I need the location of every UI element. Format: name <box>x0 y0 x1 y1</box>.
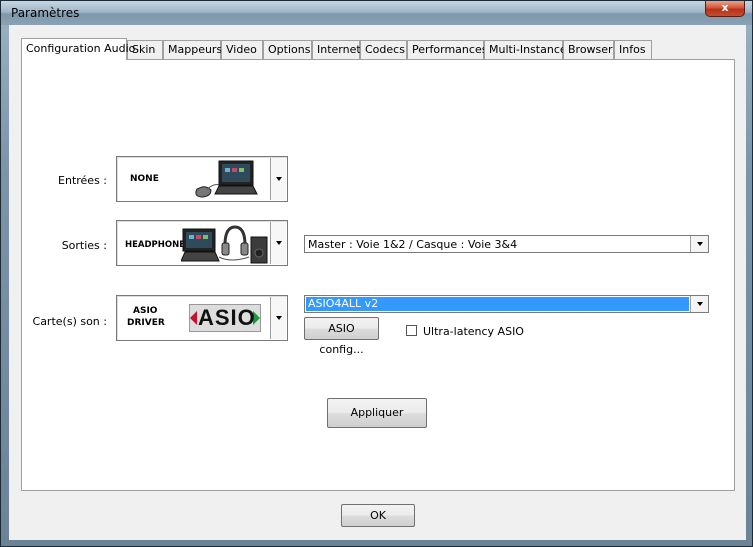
window-title: Paramètres <box>11 6 80 20</box>
settings-window: Paramètres x Configuration Audio Skin Ma… <box>0 0 753 547</box>
apply-button[interactable]: Appliquer <box>327 398 427 428</box>
soundcard-device-name-line1: ASIO <box>133 306 158 316</box>
chevron-down-icon <box>696 302 703 306</box>
output-dropdown-button[interactable] <box>270 222 286 264</box>
chevron-down-icon <box>696 242 703 246</box>
tab-infos[interactable]: Infos <box>614 40 652 59</box>
input-device-selector[interactable]: NONE <box>116 156 288 202</box>
asio-logo-text: ASIO <box>198 305 256 330</box>
tab-performances[interactable]: Performances <box>407 40 487 59</box>
soundcard-device-name-line2: DRIVER <box>127 318 165 328</box>
ultra-latency-checkbox[interactable] <box>406 325 417 336</box>
asio-logo: ASIO <box>189 304 261 332</box>
title-bar[interactable]: Paramètres x <box>1 1 752 25</box>
tab-video[interactable]: Video <box>221 40 263 59</box>
output-routing-combo[interactable]: Master : Voie 1&2 / Casque : Voie 3&4 <box>304 235 709 253</box>
output-device-selector[interactable]: HEADPHONES <box>116 220 288 266</box>
laptop-mouse-icon <box>195 160 258 198</box>
soundcard-device-selector[interactable]: ASIO DRIVER ASIO <box>116 295 288 341</box>
dialog-client: Configuration Audio Skin Mappeurs Video … <box>9 25 746 540</box>
asio-config-button[interactable]: ASIO config... <box>304 317 379 356</box>
tab-mappeurs[interactable]: Mappeurs <box>163 40 222 59</box>
tab-internet[interactable]: Internet <box>312 40 361 59</box>
ultra-latency-label: Ultra-latency ASIO <box>423 325 524 338</box>
laptop-headphones-speaker-icon <box>181 225 268 264</box>
chevron-down-icon <box>275 241 282 245</box>
output-device-image: HEADPHONES <box>119 223 269 264</box>
tab-browser[interactable]: Browser <box>563 40 614 59</box>
inputs-label: Entrées : <box>58 174 107 187</box>
tab-configuration-audio[interactable]: Configuration Audio <box>21 38 135 60</box>
input-device-image: NONE <box>119 159 269 199</box>
soundcard-label: Carte(s) son : <box>32 315 107 328</box>
ok-button[interactable]: OK <box>341 504 415 527</box>
close-icon: x <box>721 1 729 14</box>
soundcard-device-image: ASIO DRIVER ASIO <box>119 298 269 338</box>
input-device-name: NONE <box>130 174 159 184</box>
asio-driver-combo[interactable]: ASIO4ALL v2 <box>304 295 709 313</box>
routing-dropdown-button[interactable] <box>690 236 708 252</box>
audio-config-panel: Entrées : NONE Sorties : HEADPHONES Mast… <box>21 59 735 491</box>
chevron-down-icon <box>275 316 282 320</box>
tab-codecs[interactable]: Codecs <box>360 40 407 59</box>
outputs-label: Sorties : <box>61 239 107 252</box>
chevron-down-icon <box>275 177 282 181</box>
output-routing-value: Master : Voie 1&2 / Casque : Voie 3&4 <box>308 238 518 251</box>
asio-driver-value: ASIO4ALL v2 <box>306 297 689 311</box>
close-button[interactable]: x <box>705 1 745 17</box>
tab-multi-instance[interactable]: Multi-Instance <box>484 40 567 59</box>
input-dropdown-button[interactable] <box>270 158 286 200</box>
soundcard-dropdown-button[interactable] <box>270 297 286 339</box>
tab-options[interactable]: Options <box>263 40 312 59</box>
driver-dropdown-button[interactable] <box>690 296 708 312</box>
